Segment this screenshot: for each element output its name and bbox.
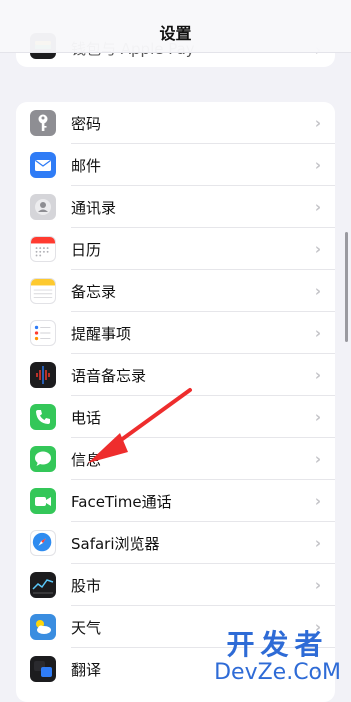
- chevron-right-icon: ›: [314, 198, 321, 216]
- settings-item-label: 备忘录: [71, 282, 117, 301]
- voice-memos-icon: [30, 362, 56, 388]
- weather-icon: [30, 614, 56, 640]
- safari-icon: [30, 530, 56, 556]
- apps-settings-group: 密码 › 邮件 › 通讯录 › 日历 › 备忘录 › 提醒事项 › 语音备忘录 …: [16, 102, 335, 702]
- settings-item-label: FaceTime通话: [71, 492, 172, 511]
- settings-item-mail[interactable]: 邮件 ›: [16, 144, 335, 186]
- settings-item-stocks[interactable]: 股市 ›: [16, 564, 335, 606]
- settings-item-voice-memos[interactable]: 语音备忘录 ›: [16, 354, 335, 396]
- settings-item-messages[interactable]: 信息 ›: [16, 438, 335, 480]
- chevron-right-icon: ›: [314, 408, 321, 426]
- settings-item-label: 密码: [71, 114, 102, 133]
- page-title: 设置: [159, 24, 192, 43]
- chevron-right-icon: ›: [314, 240, 321, 258]
- settings-item-label: 语音备忘录: [71, 366, 147, 385]
- chevron-right-icon: ›: [314, 576, 321, 594]
- chevron-right-icon: ›: [314, 282, 321, 300]
- chevron-right-icon: ›: [314, 450, 321, 468]
- stocks-icon: [30, 572, 56, 598]
- watermark-text-top: 开发者: [226, 628, 329, 661]
- scroll-indicator[interactable]: [345, 232, 348, 342]
- settings-item-reminders[interactable]: 提醒事项 ›: [16, 312, 335, 354]
- settings-item-safari[interactable]: Safari浏览器 ›: [16, 522, 335, 564]
- settings-item-label: 通讯录: [71, 198, 117, 217]
- settings-item-passwords[interactable]: 密码 ›: [16, 102, 335, 144]
- chevron-right-icon: ›: [314, 366, 321, 384]
- phone-icon: [30, 404, 56, 430]
- chevron-right-icon: ›: [314, 324, 321, 342]
- watermark: 开发者 DevZe.CoM: [214, 630, 341, 686]
- facetime-icon: [30, 488, 56, 514]
- settings-item-calendar[interactable]: 日历 ›: [16, 228, 335, 270]
- translate-icon: [30, 656, 56, 682]
- settings-item-label: 日历: [71, 240, 102, 259]
- watermark-text-bottom: DevZe.CoM: [214, 660, 341, 685]
- contacts-icon: [30, 194, 56, 220]
- messages-icon: [30, 446, 56, 472]
- settings-item-contacts[interactable]: 通讯录 ›: [16, 186, 335, 228]
- chevron-right-icon: ›: [314, 534, 321, 552]
- navigation-bar: 设置: [0, 0, 351, 53]
- chevron-right-icon: ›: [314, 156, 321, 174]
- settings-item-phone[interactable]: 电话 ›: [16, 396, 335, 438]
- settings-item-label: 信息: [71, 450, 102, 469]
- settings-item-label: 提醒事项: [71, 324, 132, 343]
- settings-item-label: 电话: [71, 408, 102, 427]
- chevron-right-icon: ›: [314, 492, 321, 510]
- chevron-right-icon: ›: [314, 114, 321, 132]
- settings-item-label: Safari浏览器: [71, 534, 160, 553]
- settings-item-label: 邮件: [71, 156, 102, 175]
- settings-item-label: 股市: [71, 576, 102, 595]
- settings-item-facetime[interactable]: FaceTime通话 ›: [16, 480, 335, 522]
- settings-item-notes[interactable]: 备忘录 ›: [16, 270, 335, 312]
- reminders-icon: [30, 320, 56, 346]
- key-icon: [30, 110, 56, 136]
- calendar-icon: [30, 236, 56, 262]
- notes-icon: [30, 278, 56, 304]
- mail-icon: [30, 152, 56, 178]
